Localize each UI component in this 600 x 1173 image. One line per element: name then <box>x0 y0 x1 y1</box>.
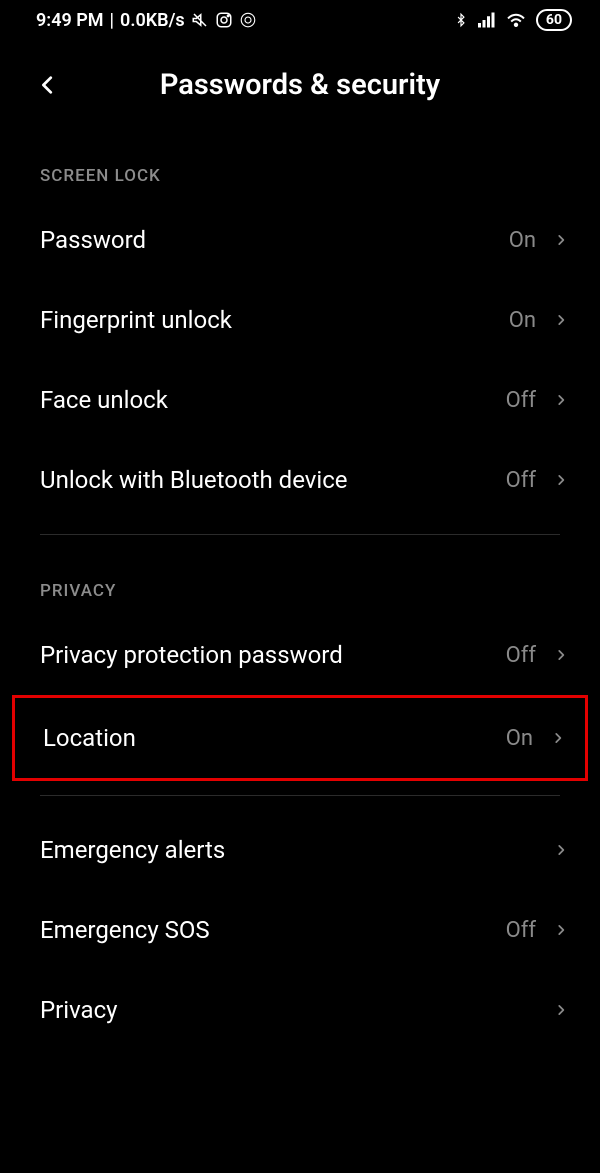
chevron-left-icon <box>37 70 59 100</box>
chevron-right-icon <box>554 229 568 251</box>
setting-emergency-alerts[interactable]: Emergency alerts <box>0 810 600 890</box>
battery-indicator: 60 <box>536 9 572 31</box>
status-time: 9:49 PM <box>36 10 104 31</box>
chevron-right-icon <box>551 727 565 749</box>
setting-label: Emergency alerts <box>40 836 542 864</box>
status-left: 9:49 PM | 0.0KB/s <box>36 10 257 31</box>
bluetooth-icon <box>454 11 468 29</box>
page-title: Passwords & security <box>20 68 580 102</box>
chevron-right-icon <box>554 309 568 331</box>
chevron-right-icon <box>554 999 568 1021</box>
setting-face-unlock[interactable]: Face unlock Off <box>0 360 600 440</box>
setting-privacy-protection-password[interactable]: Privacy protection password Off <box>0 615 600 695</box>
setting-value: Off <box>506 643 536 668</box>
chevron-right-icon <box>554 469 568 491</box>
signal-icon <box>478 12 496 28</box>
section-header-privacy: PRIVACY <box>0 549 600 615</box>
status-data-speed: 0.0KB/s <box>120 10 185 31</box>
setting-emergency-sos[interactable]: Emergency SOS Off <box>0 890 600 970</box>
setting-value: Off <box>506 918 536 943</box>
setting-value: On <box>506 726 533 751</box>
status-separator: | <box>110 10 115 31</box>
setting-value: Off <box>506 468 536 493</box>
wifi-icon <box>506 12 526 28</box>
setting-password[interactable]: Password On <box>0 200 600 280</box>
chevron-right-icon <box>554 389 568 411</box>
setting-privacy[interactable]: Privacy <box>0 970 600 1050</box>
divider <box>40 795 560 796</box>
setting-label: Privacy <box>40 996 542 1024</box>
setting-value: Off <box>506 388 536 413</box>
setting-label: Privacy protection password <box>40 641 494 669</box>
setting-value: On <box>509 228 536 253</box>
setting-label: Face unlock <box>40 386 494 414</box>
setting-value: On <box>509 308 536 333</box>
chevron-right-icon <box>554 644 568 666</box>
setting-fingerprint-unlock[interactable]: Fingerprint unlock On <box>0 280 600 360</box>
setting-label: Location <box>43 724 494 752</box>
status-bar: 9:49 PM | 0.0KB/s <box>0 0 600 40</box>
section-header-screen-lock: SCREEN LOCK <box>0 120 600 200</box>
chevron-right-icon <box>554 919 568 941</box>
header: Passwords & security <box>0 40 600 120</box>
mute-icon <box>191 11 209 29</box>
chevron-right-icon <box>554 839 568 861</box>
setting-label: Emergency SOS <box>40 916 494 944</box>
highlight-annotation: Location On <box>12 695 588 781</box>
setting-label: Fingerprint unlock <box>40 306 497 334</box>
setting-unlock-bluetooth[interactable]: Unlock with Bluetooth device Off <box>0 440 600 520</box>
app-icon <box>239 11 257 29</box>
setting-location[interactable]: Location On <box>15 698 585 778</box>
instagram-icon <box>215 11 233 29</box>
setting-label: Password <box>40 226 497 254</box>
divider <box>40 534 560 535</box>
status-right: 60 <box>454 9 572 31</box>
setting-label: Unlock with Bluetooth device <box>40 466 494 494</box>
back-button[interactable] <box>28 65 68 105</box>
